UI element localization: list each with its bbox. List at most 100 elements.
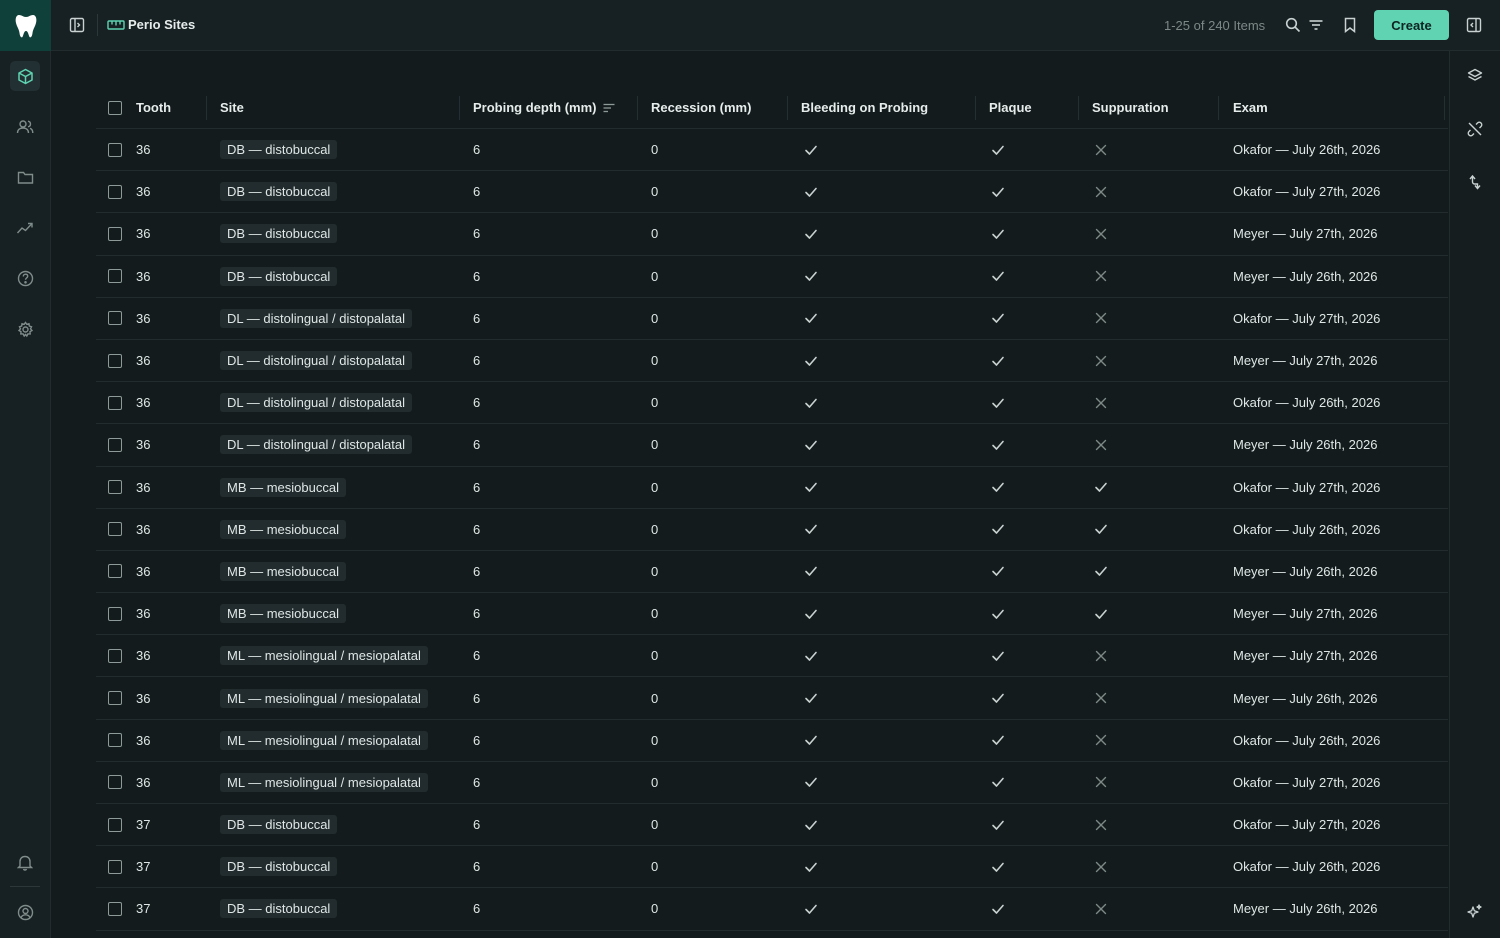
column-header-site[interactable]: Site — [220, 87, 244, 128]
bell-icon[interactable] — [10, 847, 40, 877]
column-resize-handle[interactable] — [1218, 96, 1219, 120]
check-icon — [992, 609, 1004, 619]
row-checkbox[interactable] — [108, 648, 122, 663]
row-checkbox[interactable] — [108, 522, 122, 537]
row-checkbox[interactable] — [108, 817, 122, 832]
sidebar-toggle-icon[interactable] — [66, 14, 88, 36]
cell-exam: Meyer — July 27th, 2026 — [1233, 226, 1378, 242]
table-row[interactable]: 36 ML — mesiolingual / mesiopalatal 6 0 Meye… — [96, 635, 1448, 678]
tooth-icon — [15, 14, 36, 37]
cell-suppuration — [1094, 467, 1108, 508]
table-row[interactable]: 36 DL — distolingual / distopalatal 6 0 Meye… — [96, 424, 1448, 467]
row-checkbox[interactable] — [108, 311, 122, 326]
cell-bleeding — [804, 298, 818, 339]
cell-exam: Okafor — July 27th, 2026 — [1233, 774, 1381, 790]
row-checkbox[interactable] — [108, 564, 122, 579]
row-checkbox[interactable] — [108, 269, 122, 284]
row-checkbox[interactable] — [108, 353, 122, 368]
check-icon — [805, 820, 817, 830]
table-row[interactable]: 36 MB — mesiobuccal 6 0 Meyer — July 26th, 2… — [96, 551, 1448, 594]
column-header-probing[interactable]: Probing depth (mm) — [473, 87, 615, 128]
row-checkbox[interactable] — [108, 226, 122, 241]
row-checkbox[interactable] — [108, 691, 122, 706]
column-resize-handle[interactable] — [459, 96, 460, 120]
column-resize-handle[interactable] — [975, 96, 976, 120]
check-icon — [805, 778, 817, 788]
table-row[interactable]: 36 MB — mesiobuccal 6 0 Okafor — July 26th, … — [96, 509, 1448, 551]
table-row[interactable]: 36 DB — distobuccal 6 0 Okafor — July 26th, … — [96, 129, 1448, 172]
gear-icon[interactable] — [10, 314, 40, 344]
table-row[interactable]: 36 MB — mesiobuccal 6 0 Okafor — July 27th, … — [96, 467, 1448, 509]
table-row[interactable]: 36 ML — mesiolingual / mesiopalatal 6 0 Okaf… — [96, 720, 1448, 762]
site-pill: MB — mesiobuccal — [220, 561, 346, 581]
unlink-icon[interactable] — [1464, 118, 1486, 140]
swap-icon[interactable] — [1464, 171, 1486, 193]
help-circle-icon[interactable] — [10, 263, 40, 293]
table-row[interactable]: 36 DB — distobuccal 6 0 Okafor — July 27th, … — [96, 171, 1448, 214]
check-icon — [805, 862, 817, 872]
ruler-icon — [105, 14, 127, 36]
search-icon[interactable] — [1282, 14, 1304, 36]
column-resize-handle[interactable] — [787, 96, 788, 120]
cell-exam: Okafor — July 27th, 2026 — [1233, 479, 1381, 495]
cell-probing-depth: 6 — [473, 901, 481, 917]
create-button[interactable]: Create — [1374, 10, 1449, 40]
bookmark-icon[interactable] — [1339, 14, 1361, 36]
column-header-exam[interactable]: Exam — [1233, 87, 1268, 128]
check-icon — [805, 524, 817, 535]
table-row[interactable]: 37 DB — distobuccal 6 0 Okafor — July 26th, … — [96, 846, 1448, 889]
column-header-recession[interactable]: Recession (mm) — [651, 87, 751, 128]
folder-icon[interactable] — [10, 162, 40, 192]
table-row[interactable]: 36 DL — distolingual / distopalatal 6 0 Okaf… — [96, 298, 1448, 340]
table-row[interactable]: 36 DL — distolingual / distopalatal 6 0 Meye… — [96, 340, 1448, 383]
check-icon — [1095, 567, 1107, 577]
cell-bleeding — [804, 340, 818, 381]
column-header-suppuration[interactable]: Suppuration — [1092, 87, 1169, 128]
cell-bleeding — [804, 551, 818, 592]
column-header-plaque[interactable]: Plaque — [989, 87, 1032, 128]
row-checkbox[interactable] — [108, 775, 122, 790]
check-icon — [805, 693, 817, 703]
table-row[interactable]: 36 DL — distolingual / distopalatal 6 0 Okaf… — [96, 382, 1448, 425]
chart-line-icon[interactable] — [10, 213, 40, 243]
cell-recession: 0 — [651, 310, 659, 326]
row-checkbox[interactable] — [108, 606, 122, 621]
row-checkbox[interactable] — [108, 142, 122, 157]
row-checkbox[interactable] — [108, 184, 122, 199]
row-checkbox[interactable] — [108, 733, 122, 748]
table-row[interactable]: 37 DB — distobuccal 6 0 Okafor — July 27th, … — [96, 804, 1448, 847]
table-row[interactable]: 36 MB — mesiobuccal 6 0 Meyer — July 27th, 2… — [96, 593, 1448, 636]
cube-icon[interactable] — [10, 61, 40, 91]
column-resize-handle[interactable] — [206, 96, 207, 120]
row-checkbox[interactable] — [108, 859, 122, 874]
column-header-tooth[interactable]: Tooth — [136, 87, 171, 128]
layers-icon[interactable] — [1464, 65, 1486, 87]
app-logo[interactable] — [0, 0, 51, 51]
filter-icon[interactable] — [1305, 14, 1327, 36]
users-icon[interactable] — [10, 112, 40, 142]
row-checkbox[interactable] — [108, 395, 122, 410]
column-resize-handle[interactable] — [1444, 96, 1445, 120]
cell-probing-depth: 6 — [473, 479, 481, 495]
cell-tooth: 37 — [136, 859, 151, 875]
row-checkbox[interactable] — [108, 437, 122, 452]
cell-bleeding — [804, 677, 818, 718]
sort-descending-icon[interactable] — [603, 103, 615, 113]
column-header-bleeding[interactable]: Bleeding on Probing — [801, 87, 928, 128]
table-row[interactable]: 36 DB — distobuccal 6 0 Meyer — July 26th, 2… — [96, 256, 1448, 298]
select-all-checkbox[interactable] — [108, 100, 122, 115]
cell-plaque — [991, 677, 1005, 718]
check-icon — [805, 904, 817, 914]
column-resize-handle[interactable] — [1078, 96, 1079, 120]
table-row[interactable]: 36 ML — mesiolingual / mesiopalatal 6 0 Okaf… — [96, 762, 1448, 804]
column-resize-handle[interactable] — [637, 96, 638, 120]
table-row[interactable]: 37 DB — distobuccal 6 0 Meyer — July 26th, 2… — [96, 888, 1448, 931]
sparkle-icon[interactable] — [1464, 901, 1486, 923]
cell-site: ML — mesiolingual / mesiopalatal — [220, 677, 428, 718]
row-checkbox[interactable] — [108, 480, 122, 495]
table-row[interactable]: 36 DB — distobuccal 6 0 Meyer — July 27th, 2… — [96, 213, 1448, 256]
row-checkbox[interactable] — [108, 901, 122, 916]
table-row[interactable]: 36 ML — mesiolingual / mesiopalatal 6 0 Meye… — [96, 677, 1448, 720]
right-panel-toggle-icon[interactable] — [1463, 14, 1485, 36]
user-circle-icon[interactable] — [10, 897, 40, 927]
